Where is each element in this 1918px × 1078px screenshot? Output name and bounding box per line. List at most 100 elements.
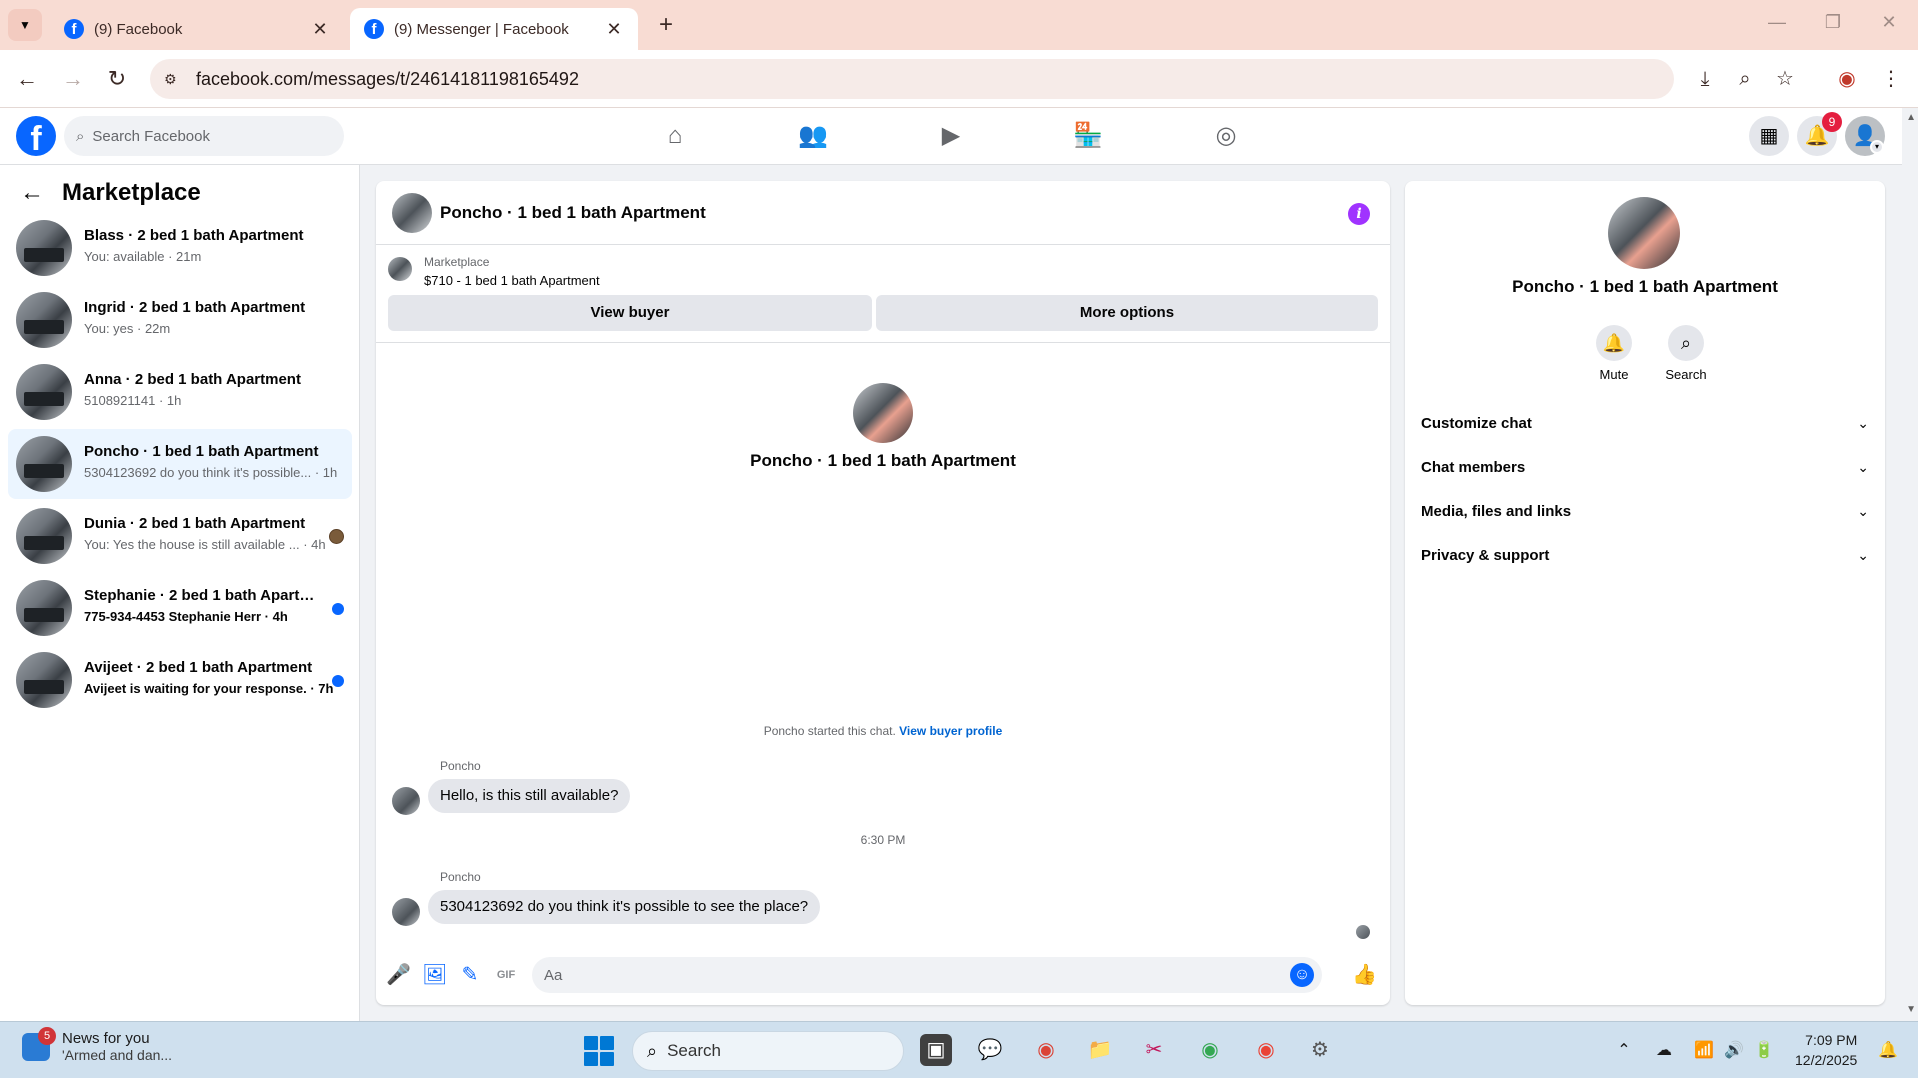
file-explorer-icon[interactable]: 📁 bbox=[1084, 1034, 1116, 1066]
reload-icon[interactable]: ↻ bbox=[102, 64, 132, 94]
address-bar[interactable]: ⚙ facebook.com/messages/t/24614181198165… bbox=[150, 59, 1674, 99]
customize-chat-section[interactable]: Customize chat ⌄ bbox=[1413, 401, 1877, 445]
conversation-item[interactable]: Ingrid · 2 bed 1 bath Apartment You: yes… bbox=[8, 285, 352, 355]
windows-start-icon[interactable] bbox=[584, 1036, 614, 1066]
battery-icon[interactable]: 🔋 bbox=[1752, 1040, 1776, 1060]
facebook-search[interactable]: ⌕ bbox=[64, 116, 344, 156]
conversation-item[interactable]: Anna · 2 bed 1 bath Apartment 5108921141… bbox=[8, 357, 352, 427]
bookmark-star-icon[interactable]: ☆ bbox=[1770, 64, 1800, 94]
section-label: Chat members bbox=[1421, 458, 1526, 476]
microphone-icon[interactable]: 🎤 bbox=[386, 963, 411, 987]
message-input[interactable] bbox=[544, 966, 1264, 984]
search-icon[interactable]: ⌕ bbox=[1668, 325, 1704, 361]
conversation-item[interactable]: Blass · 2 bed 1 bath Apartment You: avai… bbox=[8, 213, 352, 283]
minimize-icon[interactable]: — bbox=[1762, 12, 1792, 33]
message-bubble[interactable]: 5304123692 do you think it's possible to… bbox=[428, 890, 821, 924]
close-tab-icon[interactable]: ✕ bbox=[310, 19, 330, 40]
conversation-item-selected[interactable]: Poncho · 1 bed 1 bath Apartment 53041236… bbox=[8, 429, 352, 499]
chat-panel: Poncho · 1 bed 1 bath Apartment i Market… bbox=[376, 181, 1390, 1005]
gaming-icon[interactable]: ◎ bbox=[1210, 120, 1242, 152]
sender-avatar[interactable] bbox=[392, 787, 420, 815]
started-text: Poncho started this chat. bbox=[763, 724, 896, 738]
taskbar-search-label: Search bbox=[667, 1041, 721, 1060]
friends-icon[interactable]: 👥 bbox=[797, 120, 829, 152]
marketplace-icon[interactable]: 🏪 bbox=[1072, 120, 1104, 152]
snipping-tool-icon[interactable]: ✂ bbox=[1138, 1034, 1170, 1066]
search-action[interactable]: ⌕ Search bbox=[1656, 325, 1716, 382]
facebook-search-input[interactable] bbox=[92, 127, 313, 145]
news-text: News for you 'Armed and dan... bbox=[62, 1030, 172, 1063]
message-input-wrapper[interactable]: ☺ bbox=[532, 957, 1322, 993]
view-buyer-profile-link[interactable]: View buyer profile bbox=[899, 724, 1002, 738]
video-icon[interactable]: ▶ bbox=[935, 120, 967, 152]
scroll-up-arrow-icon[interactable]: ▲ bbox=[1906, 112, 1916, 123]
teams-chat-icon[interactable]: 💬 bbox=[974, 1034, 1006, 1066]
listing-thumbnail bbox=[16, 436, 72, 492]
news-icon: 5 bbox=[22, 1026, 56, 1061]
profile-icon[interactable]: ◉ bbox=[1832, 64, 1862, 94]
chrome-profile-icon[interactable]: ◉ bbox=[1194, 1034, 1226, 1066]
settings-icon[interactable]: ⚙ bbox=[1304, 1034, 1336, 1066]
conversation-item[interactable]: Avijeet · 2 bed 1 bath Apartment Avijeet… bbox=[8, 645, 352, 715]
install-app-icon[interactable]: ⤓ bbox=[1690, 64, 1720, 94]
news-widget[interactable]: 5 News for you 'Armed and dan... bbox=[22, 1026, 172, 1063]
thumbs-up-icon[interactable]: 👍 bbox=[1352, 963, 1377, 987]
media-files-links-section[interactable]: Media, files and links ⌄ bbox=[1413, 489, 1877, 533]
close-window-icon[interactable]: ✕ bbox=[1874, 12, 1904, 33]
new-tab-button[interactable]: + bbox=[652, 11, 680, 39]
close-tab-icon[interactable]: ✕ bbox=[604, 19, 624, 40]
show-hidden-icons-icon[interactable]: ⌃ bbox=[1612, 1040, 1636, 1060]
wifi-icon[interactable]: 📶 bbox=[1692, 1040, 1716, 1060]
listing-price[interactable]: $710 - 1 bed 1 bath Apartment bbox=[424, 273, 600, 288]
conversation-item[interactable]: Dunia · 2 bed 1 bath Apartment You: Yes … bbox=[8, 501, 352, 571]
chat-title[interactable]: Poncho · 1 bed 1 bath Apartment bbox=[440, 203, 706, 223]
emoji-icon[interactable]: ☺ bbox=[1290, 963, 1314, 987]
browser-menu-icon[interactable]: ⋮ bbox=[1876, 64, 1906, 94]
message-bubble[interactable]: Hello, is this still available? bbox=[428, 779, 631, 813]
task-view-icon[interactable]: ▣ bbox=[920, 1034, 952, 1066]
tab-search-button[interactable]: ▼ bbox=[8, 9, 42, 41]
gif-icon[interactable]: GIF bbox=[494, 963, 518, 987]
back-arrow-icon[interactable]: ← bbox=[20, 179, 48, 207]
message-sender: Poncho bbox=[440, 870, 481, 884]
facebook-logo-icon[interactable]: f bbox=[16, 116, 56, 156]
restore-icon[interactable]: ❐ bbox=[1818, 12, 1848, 33]
bell-icon[interactable]: 🔔 bbox=[1596, 325, 1632, 361]
chrome-profile-2-icon[interactable]: ◉ bbox=[1250, 1034, 1282, 1066]
notification-bell-icon[interactable]: 🔔 bbox=[1876, 1040, 1900, 1060]
mute-action[interactable]: 🔔 Mute bbox=[1584, 325, 1644, 382]
conversation-name: Ingrid · 2 bed 1 bath Apartment bbox=[84, 299, 306, 316]
site-info-icon[interactable]: ⚙ bbox=[164, 71, 184, 88]
forward-icon[interactable]: → bbox=[58, 64, 88, 94]
section-label: Media, files and links bbox=[1421, 502, 1572, 520]
chevron-down-icon[interactable]: ▾ bbox=[1870, 140, 1884, 154]
back-icon[interactable]: ← bbox=[12, 64, 42, 94]
conversation-snippet: You: yes · 22m bbox=[84, 321, 171, 336]
more-options-button[interactable]: More options bbox=[876, 295, 1378, 331]
zoom-icon[interactable]: ⌕ bbox=[1730, 64, 1760, 94]
notification-badge: 9 bbox=[1822, 112, 1842, 132]
browser-tab-facebook[interactable]: f (9) Facebook ✕ bbox=[50, 8, 344, 50]
privacy-support-section[interactable]: Privacy & support ⌄ bbox=[1413, 533, 1877, 577]
home-icon[interactable]: ⌂ bbox=[659, 120, 691, 152]
taskbar-search[interactable]: ⌕ Search bbox=[632, 1031, 904, 1071]
chat-avatar[interactable] bbox=[392, 193, 432, 233]
view-buyer-button[interactable]: View buyer bbox=[388, 295, 872, 331]
chrome-icon[interactable]: ◉ bbox=[1030, 1034, 1062, 1066]
cloud-offline-icon[interactable]: ☁ bbox=[1652, 1040, 1676, 1060]
volume-icon[interactable]: 🔊 bbox=[1722, 1040, 1746, 1060]
seen-avatar-icon bbox=[329, 529, 344, 544]
browser-tab-messenger[interactable]: f (9) Messenger | Facebook ✕ bbox=[350, 8, 638, 50]
info-avatar[interactable] bbox=[1608, 197, 1680, 269]
search-label: Search bbox=[1665, 367, 1707, 382]
menu-grid-icon[interactable]: ▦ bbox=[1749, 116, 1789, 156]
info-icon[interactable]: i bbox=[1348, 203, 1370, 225]
attach-photo-icon[interactable]: 🖼 bbox=[422, 963, 447, 987]
sticker-icon[interactable]: ✎ bbox=[458, 963, 482, 987]
scroll-down-arrow-icon[interactable]: ▼ bbox=[1906, 1004, 1916, 1015]
sender-avatar[interactable] bbox=[392, 898, 420, 926]
system-clock[interactable]: 7:09 PM 12/2/2025 bbox=[1795, 1030, 1857, 1070]
chat-members-section[interactable]: Chat members ⌄ bbox=[1413, 445, 1877, 489]
conversation-item[interactable]: Stephanie · 2 bed 1 bath Apartm... 775-9… bbox=[8, 573, 352, 643]
listing-thumbnail bbox=[16, 364, 72, 420]
